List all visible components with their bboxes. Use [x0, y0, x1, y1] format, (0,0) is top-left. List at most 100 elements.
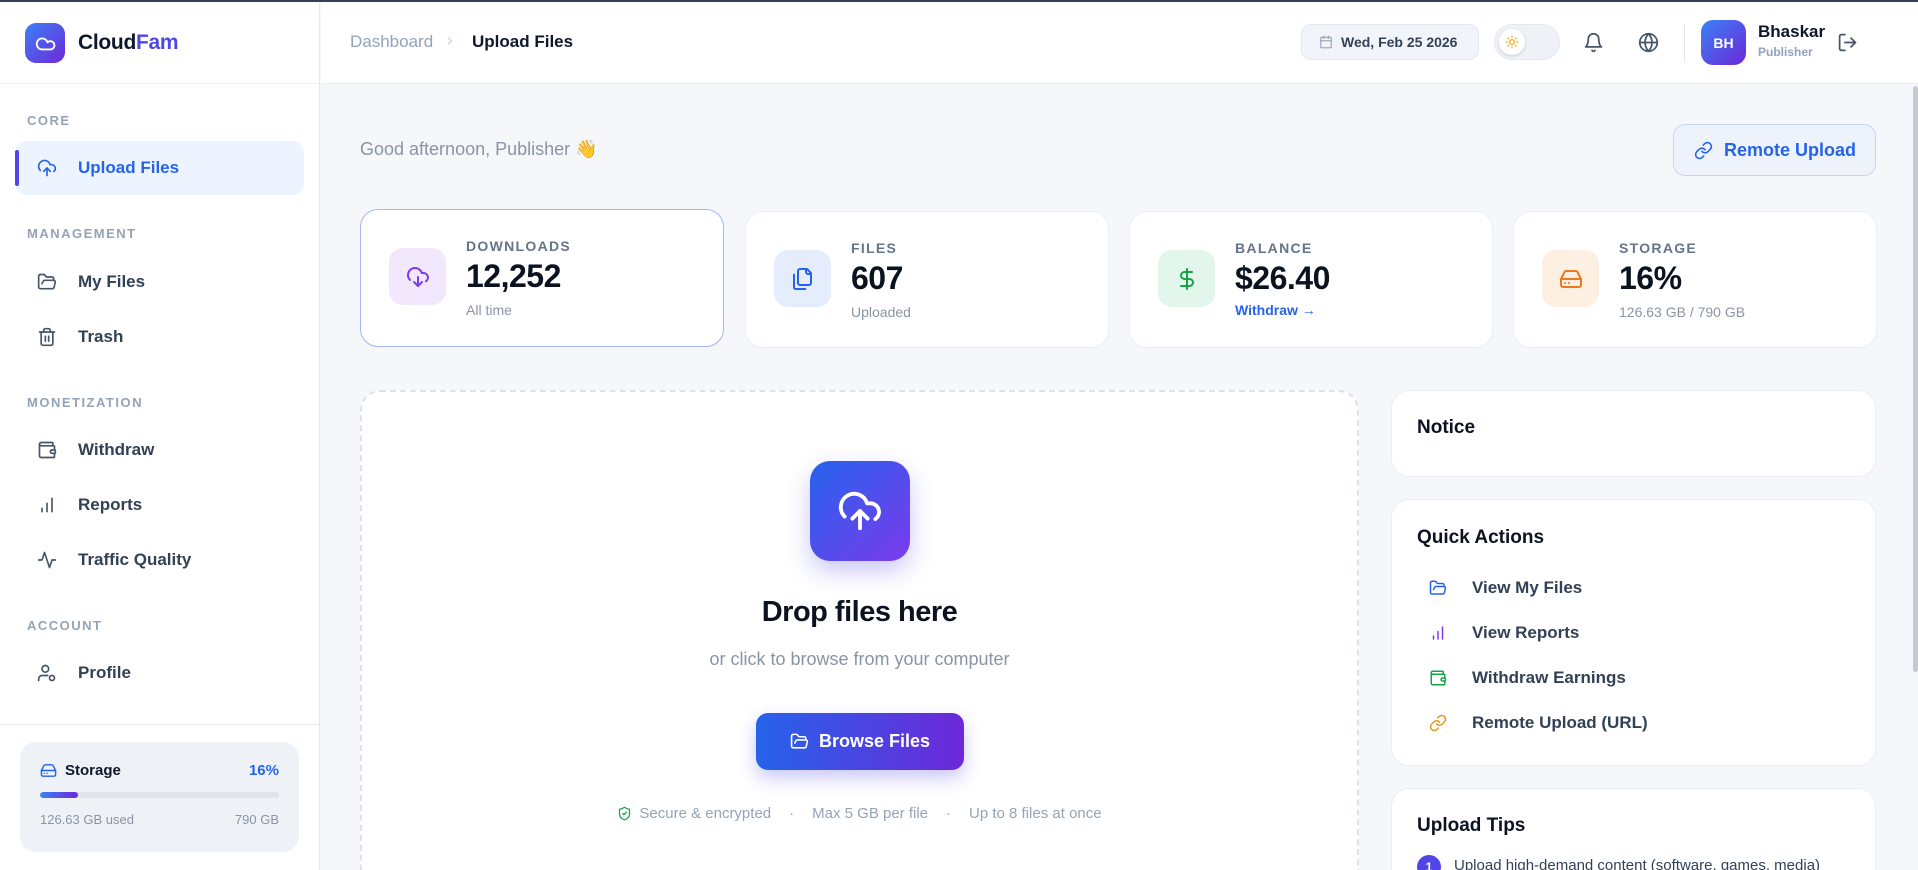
sidebar-item-label: Reports: [78, 495, 143, 514]
quick-actions-panel: Quick Actions View My Files View Reports…: [1391, 499, 1876, 766]
sidebar-divider: [0, 724, 320, 725]
sidebar-item-label: Trash: [78, 327, 124, 346]
sidebar-item-reports[interactable]: Reports: [15, 478, 304, 532]
folder-open-icon: [790, 732, 809, 751]
sidebar-item-upload-files[interactable]: Upload Files: [15, 141, 304, 195]
user-role: Publisher: [1758, 45, 1813, 59]
stat-card-balance[interactable]: BALANCE $26.40 Withdraw →: [1129, 211, 1493, 348]
sidebar-item-traffic-quality[interactable]: Traffic Quality: [15, 533, 304, 587]
stat-sub: Uploaded: [851, 304, 911, 320]
stat-label: DOWNLOADS: [466, 238, 572, 254]
user-info[interactable]: Bhaskar Publisher: [1758, 22, 1825, 59]
breadcrumb-current: Upload Files: [472, 32, 574, 51]
sidebar-item-label: Profile: [78, 663, 131, 682]
stat-label: BALANCE: [1235, 240, 1313, 256]
user-name: Bhaskar: [1758, 22, 1826, 41]
remote-upload-button[interactable]: Remote Upload: [1673, 124, 1876, 176]
sun-icon: [1499, 29, 1525, 55]
quick-actions-title: Quick Actions: [1417, 527, 1545, 548]
dropzone-subtitle: or click to browse from your computer: [709, 649, 1010, 669]
sidebar-item-my-files[interactable]: My Files: [15, 255, 304, 309]
sidebar-item-label: My Files: [78, 272, 146, 291]
date-display: Wed, Feb 25 2026: [1301, 24, 1479, 60]
info-separator: ·: [946, 805, 952, 822]
quick-action-label: Remote Upload (URL): [1472, 713, 1648, 732]
storage-progress-fill: [40, 792, 79, 798]
stat-card-downloads[interactable]: DOWNLOADS 12,252 All time: [360, 209, 724, 347]
storage-title: Storage: [65, 761, 121, 779]
folder-icon: [1428, 579, 1448, 597]
brand-name: CloudFam: [78, 30, 179, 54]
nav-section-management: MANAGEMENT: [27, 226, 137, 241]
brand[interactable]: CloudFam: [0, 2, 319, 84]
upload-tips-title: Upload Tips: [1417, 815, 1526, 836]
stat-card-files[interactable]: FILES 607 Uploaded: [745, 211, 1109, 348]
notice-title: Notice: [1417, 417, 1476, 438]
greeting: Good afternoon, Publisher 👋: [360, 139, 598, 159]
bar-chart-icon: [1428, 624, 1448, 642]
link-icon: [1694, 141, 1713, 160]
browse-files-label: Browse Files: [818, 731, 931, 751]
calendar-icon: [1319, 35, 1333, 49]
storage-total: 790 GB: [234, 812, 279, 827]
cloud-logo-icon: [25, 22, 65, 63]
stat-sub: 126.63 GB / 790 GB: [1619, 304, 1746, 320]
info-separator: ·: [789, 805, 795, 822]
globe-icon[interactable]: [1636, 30, 1660, 54]
stat-value: 12,252: [466, 258, 561, 294]
sidebar-item-label: Withdraw: [78, 440, 155, 459]
quick-action-view-reports[interactable]: View Reports: [1428, 621, 1579, 645]
logout-icon[interactable]: [1835, 30, 1859, 54]
stat-label: FILES: [851, 240, 898, 256]
stat-sub: All time: [466, 302, 512, 318]
withdraw-link[interactable]: Withdraw →: [1235, 302, 1316, 318]
info-secure: Secure & encrypted: [639, 805, 772, 822]
stat-value: 607: [851, 260, 903, 296]
notice-panel: Notice: [1391, 390, 1876, 477]
wallet-icon: [1428, 669, 1448, 687]
info-max-size: Max 5 GB per file: [812, 805, 929, 822]
hard-drive-icon: [40, 762, 57, 779]
bell-icon[interactable]: [1581, 30, 1605, 54]
storage-used: 126.63 GB used: [40, 812, 134, 827]
stat-card-storage[interactable]: STORAGE 16% 126.63 GB / 790 GB: [1513, 211, 1877, 348]
nav-section-account: ACCOUNT: [27, 618, 103, 633]
quick-action-withdraw[interactable]: Withdraw Earnings: [1428, 666, 1626, 690]
sidebar-item-profile[interactable]: Profile: [15, 646, 304, 700]
dropzone-info: Secure & encrypted · Max 5 GB per file ·…: [362, 805, 1357, 822]
info-file-count: Up to 8 files at once: [969, 805, 1102, 822]
download-cloud-icon: [389, 248, 446, 305]
quick-action-label: Withdraw Earnings: [1472, 668, 1626, 687]
quick-action-remote-upload[interactable]: Remote Upload (URL): [1428, 711, 1648, 735]
sidebar-item-trash[interactable]: Trash: [15, 310, 304, 364]
stat-label: STORAGE: [1619, 240, 1698, 256]
upload-icon-tile: [810, 461, 910, 561]
nav-section-monetization: MONETIZATION: [27, 395, 143, 410]
sidebar-item-withdraw[interactable]: Withdraw: [15, 423, 304, 477]
shield-check-icon: [617, 806, 632, 821]
avatar[interactable]: BH: [1701, 20, 1746, 65]
upload-cloud-icon: [36, 157, 58, 179]
upload-cloud-icon: [837, 488, 883, 534]
nav-section-core: CORE: [27, 113, 71, 128]
browse-files-button[interactable]: Browse Files: [756, 713, 964, 770]
page-scrollbar[interactable]: [1913, 86, 1918, 672]
storage-card: Storage 16% 126.63 GB used 790 GB: [20, 742, 299, 852]
quick-action-label: View Reports: [1472, 623, 1580, 642]
user-icon: [36, 662, 58, 684]
activity-icon: [36, 549, 58, 571]
dropzone[interactable]: Drop files here or click to browse from …: [360, 390, 1359, 870]
chevron-right-icon: [444, 35, 456, 47]
folder-icon: [36, 271, 58, 293]
sidebar-item-label: Traffic Quality: [78, 550, 192, 569]
quick-action-view-files[interactable]: View My Files: [1428, 576, 1582, 600]
date-text: Wed, Feb 25 2026: [1341, 34, 1458, 50]
breadcrumb-parent[interactable]: Dashboard: [350, 32, 433, 52]
sidebar: CloudFam CORE Upload Files MANAGEMENT My…: [0, 2, 320, 870]
link-icon: [1428, 714, 1448, 732]
dropzone-title: Drop files here: [761, 596, 958, 628]
theme-toggle[interactable]: [1494, 24, 1560, 60]
files-icon: [774, 250, 831, 307]
top-header: Dashboard Upload Files Wed, Feb 25 2026 …: [321, 2, 1918, 84]
hard-drive-icon: [1542, 250, 1599, 307]
